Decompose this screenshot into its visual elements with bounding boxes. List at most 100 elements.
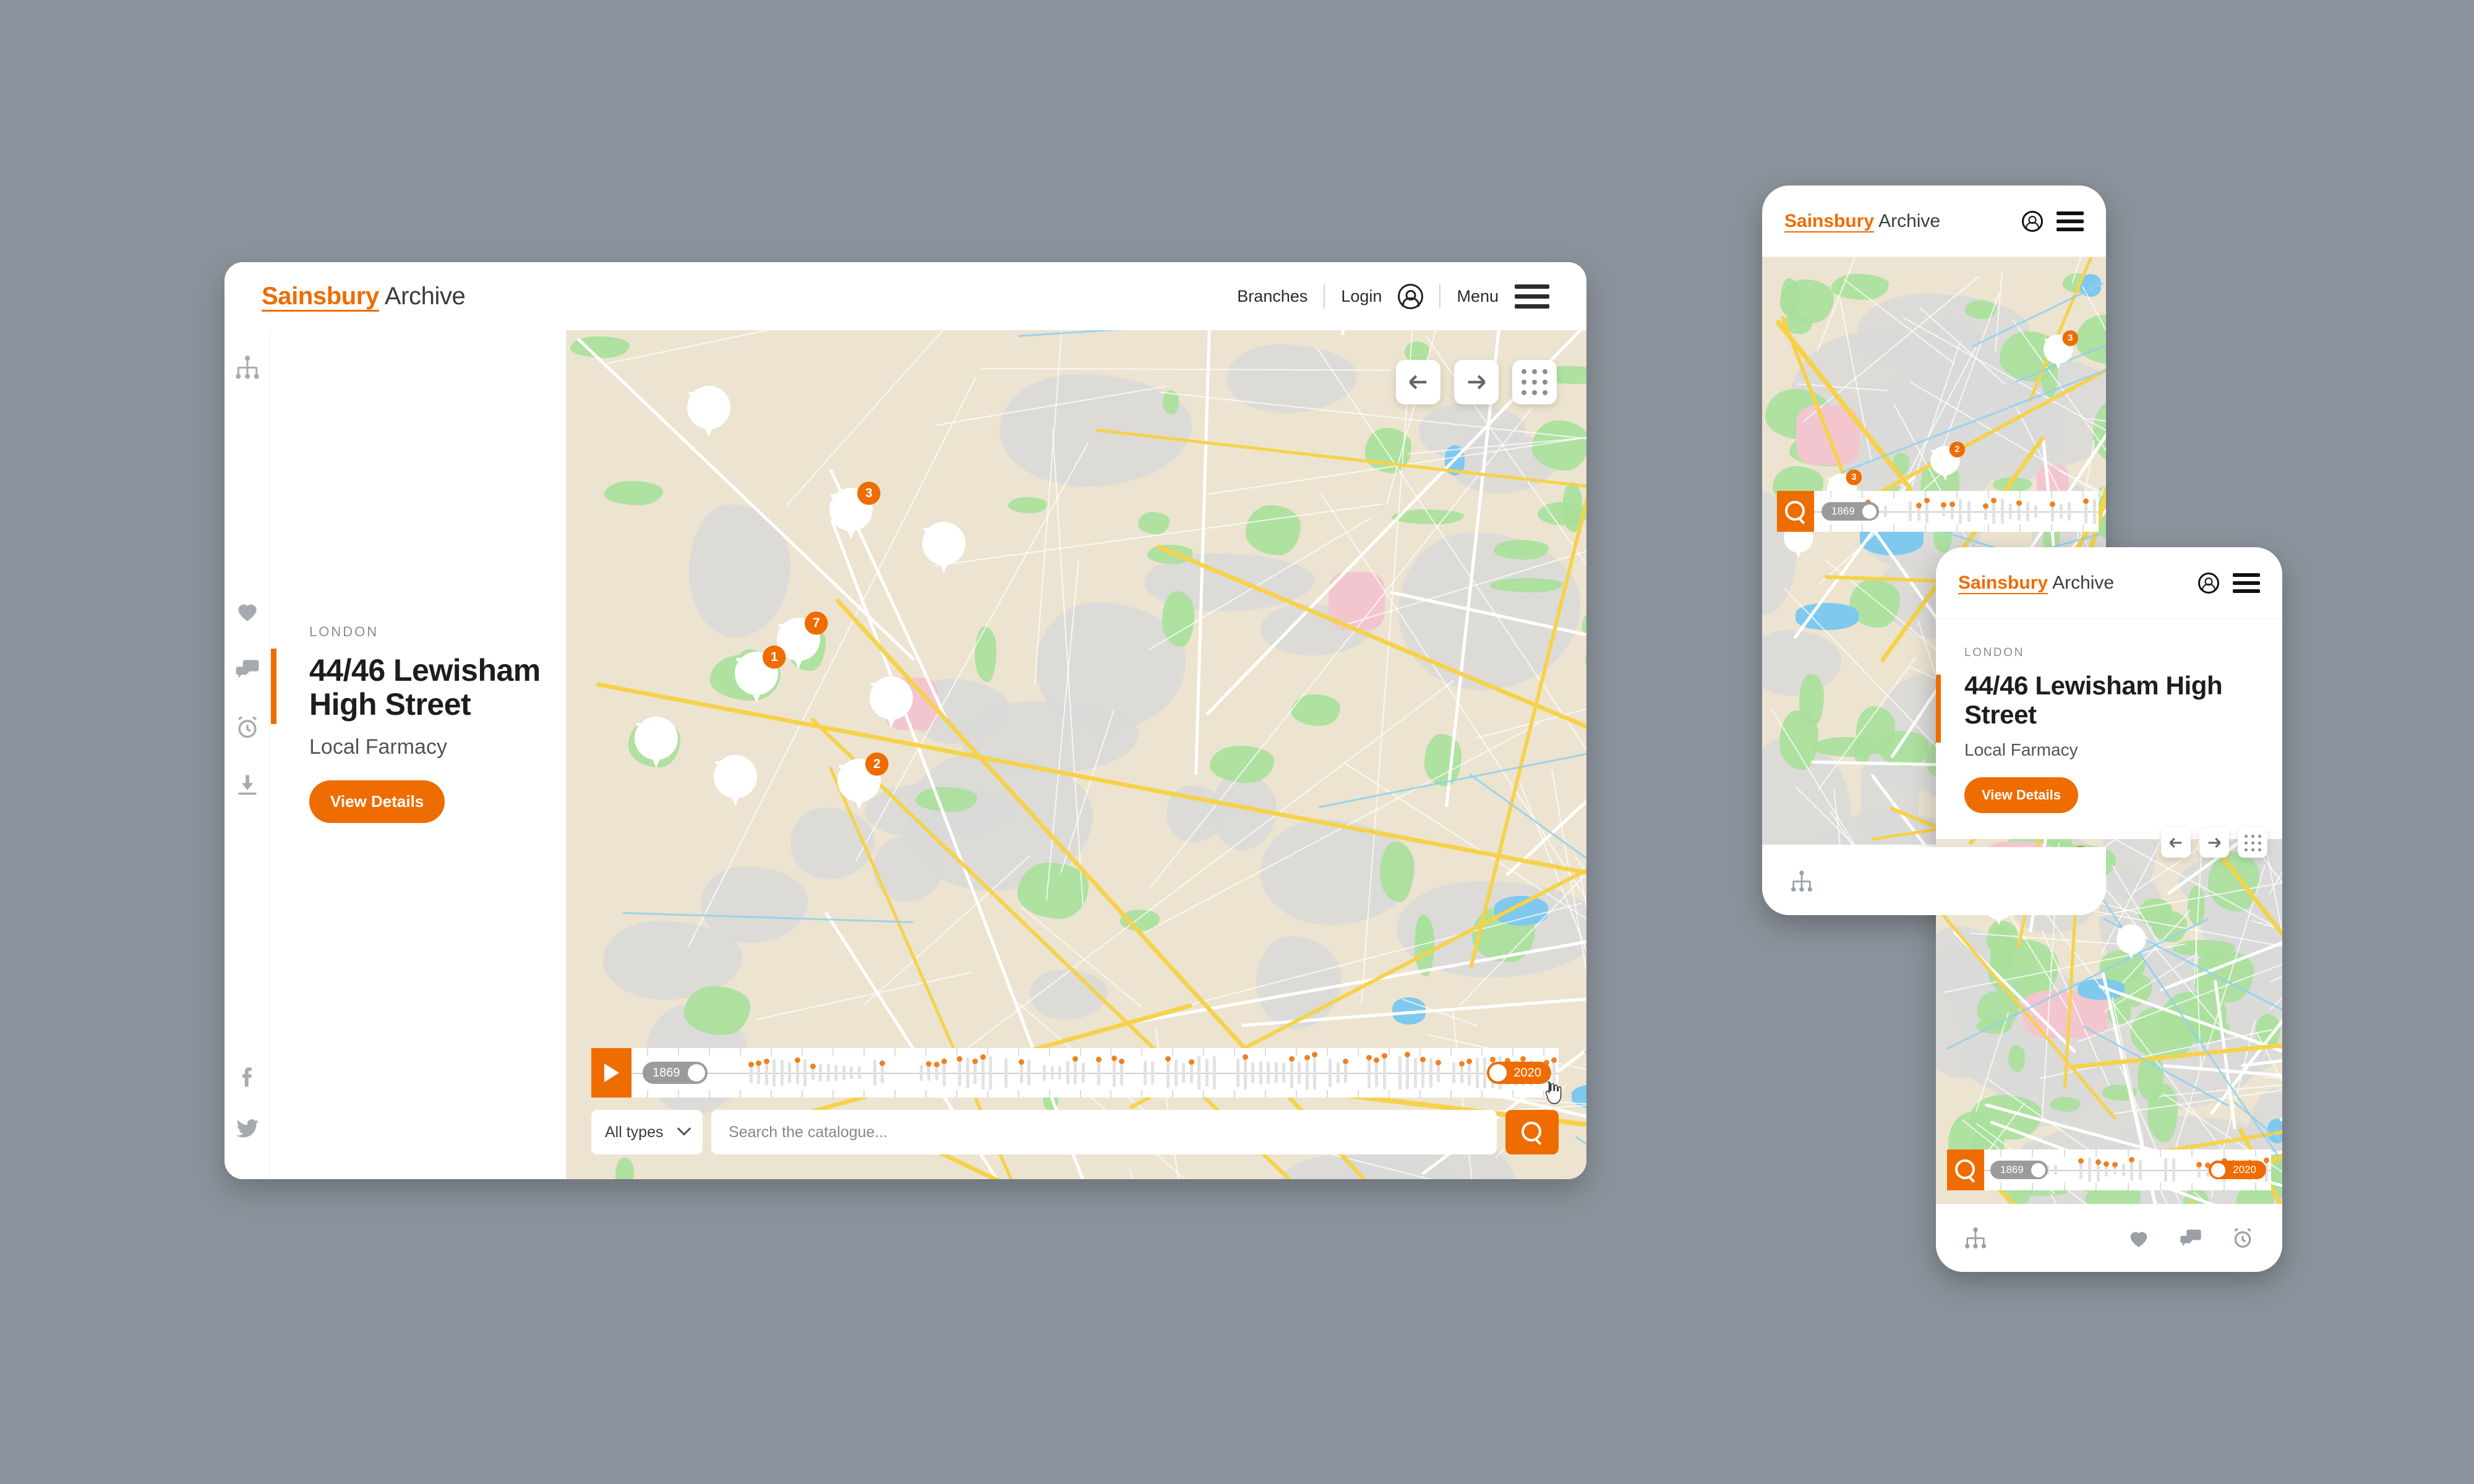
view-details-button[interactable]: View Details (309, 780, 445, 823)
timeline-play-button[interactable] (591, 1048, 631, 1098)
map-next-button[interactable] (2199, 828, 2229, 858)
timeline-year-column (1334, 1048, 1342, 1098)
pin-tail (842, 517, 860, 539)
timeline-year-column (1249, 1048, 1257, 1098)
brand-sainsbury: Sainsbury (1784, 210, 1875, 232)
timeline-track[interactable]: 1869 2020 (1984, 1149, 2271, 1190)
map-pin[interactable]: 1 (735, 646, 786, 707)
phone-back-timeline[interactable]: 1869 (1777, 491, 2099, 532)
download-icon[interactable] (234, 772, 261, 799)
timeline-start-handle[interactable]: 1869 (1990, 1161, 2048, 1179)
pin-count-badge: 2 (1949, 441, 1966, 458)
sitemap-icon[interactable] (1963, 1226, 1988, 1250)
nav-menu[interactable]: Menu (1457, 287, 1499, 306)
timeline-start-knob[interactable] (687, 1064, 705, 1081)
timeline-year-column (1380, 1048, 1388, 1098)
nav-branches[interactable]: Branches (1237, 287, 1308, 306)
timeline-end-handle[interactable]: 2020 (1486, 1062, 1551, 1084)
alarm-clock-icon[interactable] (234, 714, 261, 741)
brand-logo[interactable]: Sainsbury Archive (262, 282, 466, 312)
brand-logo[interactable]: Sainsbury Archive (1958, 572, 2114, 594)
grid-icon[interactable] (2238, 828, 2267, 858)
grid-icon[interactable] (1512, 360, 1557, 404)
timeline-year-column (1033, 1048, 1040, 1098)
timeline-year-column (1188, 1048, 1195, 1098)
map-pin[interactable]: 3 (2044, 330, 2079, 372)
timeline-year-column (1210, 1048, 1218, 1098)
hamburger-menu-icon[interactable] (2233, 573, 2260, 593)
timeline-year-column (1226, 1048, 1233, 1098)
timeline-year-column (1396, 1048, 1403, 1098)
phone-front-timeline[interactable]: 1869 2020 (1947, 1149, 2271, 1190)
heart-icon[interactable] (234, 597, 261, 625)
tablet-map[interactable]: 3 7 1 2 1869 2020 All types Search the c… (567, 330, 1586, 1179)
phone-front-header: Sainsbury Archive (1936, 547, 2282, 619)
map-prev-button[interactable] (1396, 360, 1440, 404)
timeline-year-column (631, 1048, 639, 1098)
facebook-icon[interactable] (234, 1063, 261, 1090)
map-pin[interactable]: 3 (829, 482, 881, 544)
alarm-clock-icon[interactable] (2230, 1226, 2255, 1250)
map-pin[interactable] (635, 717, 678, 772)
hamburger-menu-icon[interactable] (2057, 211, 2084, 231)
timeline-year-column (840, 1048, 847, 1098)
account-icon[interactable] (1398, 283, 1424, 309)
twitter-icon[interactable] (234, 1115, 261, 1142)
nav-login[interactable]: Login (1341, 287, 1382, 306)
timeline-end-knob[interactable] (2211, 1162, 2226, 1177)
heart-icon[interactable] (2126, 1226, 2151, 1250)
pin-tail (647, 746, 666, 768)
timeline-start-handle[interactable]: 1869 (1821, 502, 1879, 521)
timeline-start-knob[interactable] (2031, 1162, 2045, 1177)
brand-logo[interactable]: Sainsbury Archive (1784, 210, 1940, 232)
search-icon (1955, 1159, 1976, 1180)
header-nav: Branches Login Menu (1237, 283, 1549, 309)
chat-icon[interactable] (234, 655, 261, 683)
phone-back-search-button[interactable] (1777, 491, 1814, 532)
timeline-start-knob[interactable] (1862, 504, 1877, 519)
phone-front-search-button[interactable] (1947, 1149, 1984, 1190)
map-pin[interactable] (922, 522, 965, 578)
map-pin[interactable]: 2 (837, 753, 889, 814)
map-next-button[interactable] (1454, 360, 1499, 404)
timeline-start-handle[interactable]: 1869 (643, 1062, 708, 1084)
timeline-track[interactable]: 1869 2020 (631, 1048, 1559, 1098)
nav-divider-2 (1439, 284, 1441, 309)
map-pin[interactable] (714, 755, 757, 811)
type-filter-select[interactable]: All types (591, 1110, 703, 1154)
timeline-year-column (902, 1048, 909, 1098)
timeline-year-column (848, 1048, 855, 1098)
view-details-button[interactable]: View Details (1964, 777, 2078, 814)
search-icon (1785, 501, 1806, 522)
sitemap-icon[interactable] (234, 354, 261, 381)
timeline-slider[interactable]: 1869 2020 (591, 1048, 1562, 1104)
map-prev-button[interactable] (2161, 828, 2191, 858)
search-icon (1522, 1122, 1543, 1143)
timeline-end-knob[interactable] (1489, 1064, 1507, 1081)
account-icon[interactable] (2198, 572, 2219, 594)
chat-icon[interactable] (2178, 1226, 2203, 1250)
timeline-year-column (1319, 1048, 1326, 1098)
map-pin[interactable] (2117, 924, 2146, 962)
brand-sainsbury: Sainsbury (262, 282, 379, 312)
timeline-track[interactable]: 1869 (1814, 491, 2099, 532)
sitemap-icon[interactable] (1789, 869, 1814, 893)
map-pin[interactable]: 2 (1930, 441, 1966, 484)
search-input[interactable] (711, 1110, 1497, 1154)
hamburger-menu-icon[interactable] (1515, 284, 1549, 309)
search-button[interactable] (1505, 1110, 1559, 1154)
map-pin[interactable] (687, 386, 730, 441)
pin-tail (747, 681, 766, 703)
timeline-year-column (995, 1048, 1002, 1098)
timeline-histogram (631, 1048, 1559, 1098)
account-icon[interactable] (2022, 210, 2043, 232)
map-pin[interactable] (870, 676, 913, 732)
chevron-down-icon (677, 1122, 691, 1136)
timeline-end-handle[interactable]: 2020 (2209, 1161, 2266, 1179)
nav-divider-1 (1324, 284, 1325, 309)
timeline-year-column (1025, 1048, 1033, 1098)
timeline-year-column (1465, 1048, 1473, 1098)
pin-count-badge: 7 (805, 612, 828, 635)
map-pin[interactable]: 7 (777, 612, 828, 673)
timeline-year-column (1442, 1048, 1450, 1098)
